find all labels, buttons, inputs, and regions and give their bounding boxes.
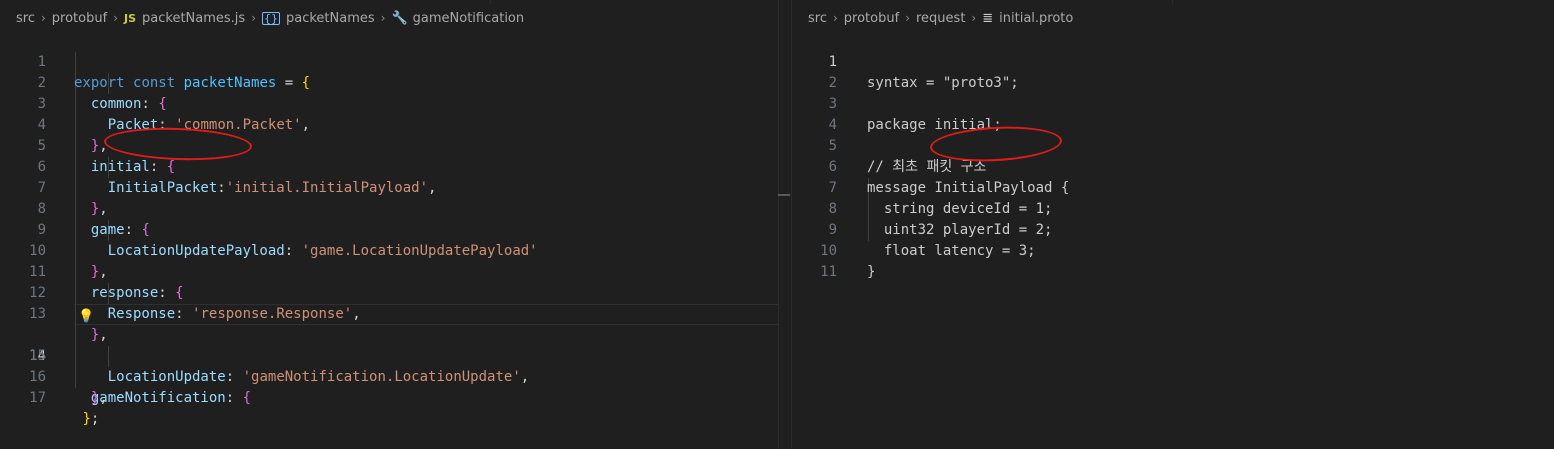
comma-token: , xyxy=(99,390,108,406)
code-line[interactable]: 3 Packet: 'common.Packet', xyxy=(0,73,778,133)
code-line[interactable]: 17 }; xyxy=(0,367,778,427)
code-line[interactable]: 15 LocationUpdate: 'gameNotification.Loc… xyxy=(0,325,778,385)
javascript-file-icon: JS xyxy=(124,11,137,25)
chevron-right-icon: › xyxy=(40,11,46,25)
current-line-highlight xyxy=(74,304,778,325)
breadcrumb-item[interactable]: src xyxy=(16,11,35,26)
code-line[interactable]: 8 game: { xyxy=(0,178,778,238)
code-text: } xyxy=(867,264,876,280)
code-line[interactable]: 6 InitialPacket:'initial.InitialPayload'… xyxy=(0,125,778,196)
breadcrumb-item[interactable]: request xyxy=(916,11,965,26)
code-area[interactable]: 1 export const packetNames = { 2 common:… xyxy=(0,31,778,427)
chevron-right-icon: › xyxy=(380,11,386,25)
left-editor-pane[interactable]: src › protobuf › JS packetNames.js › {} … xyxy=(0,0,778,449)
code-line[interactable]: 2 xyxy=(792,52,1554,91)
code-line[interactable]: 6 message InitialPayload { xyxy=(792,123,1554,196)
code-line[interactable]: 13 }, xyxy=(0,283,778,343)
chevron-right-icon: › xyxy=(905,11,910,25)
chevron-right-icon: › xyxy=(113,11,118,25)
text-file-icon: ≣ xyxy=(982,10,994,26)
code-line[interactable]: 7 string deviceId = 1; xyxy=(792,157,1554,217)
breadcrumb-item[interactable]: gameNotification xyxy=(413,11,524,26)
code-line[interactable]: 16 }, xyxy=(0,346,778,406)
line-number: 17 xyxy=(29,390,46,406)
vertical-scrollbar[interactable] xyxy=(778,0,792,449)
code-line[interactable]: 9 LocationUpdatePayload: 'game.LocationU… xyxy=(0,199,778,259)
chevron-right-icon: › xyxy=(251,11,256,25)
code-line[interactable]: 3 package initial; xyxy=(792,73,1554,133)
brace-token: } xyxy=(82,411,91,427)
code-line[interactable]: 9 float latency = 3; xyxy=(792,199,1554,259)
breadcrumb-item[interactable]: protobuf xyxy=(52,11,107,26)
brace-token: { xyxy=(242,390,252,406)
tab-strip-edge xyxy=(0,0,491,4)
colon-token: : xyxy=(225,390,235,406)
code-line[interactable]: 7 }, xyxy=(0,157,778,217)
breadcrumb: src › protobuf › request › ≣ initial.pro… xyxy=(808,8,1073,28)
property-token: gameNotification xyxy=(90,390,226,406)
code-line[interactable]: 8 uint32 playerId = 2; xyxy=(792,178,1554,238)
breadcrumb-item[interactable]: src xyxy=(808,11,827,26)
breadcrumb-item[interactable]: packetNames xyxy=(286,11,375,26)
object-symbol-icon: {} xyxy=(262,11,280,25)
code-line[interactable]: 1 export const packetNames = { xyxy=(0,31,778,91)
code-line[interactable]: 5 // 최초 패킷 구조 xyxy=(792,115,1554,175)
breadcrumb-item[interactable]: initial.proto xyxy=(999,11,1073,26)
line-number: 11 xyxy=(820,264,837,280)
lightbulb-icon[interactable]: 💡 xyxy=(78,306,94,327)
semicolon-token: ; xyxy=(90,411,100,427)
code-line[interactable]: 12 Response: 'response.Response', xyxy=(0,262,778,322)
code-area[interactable]: 1 syntax = "proto3"; 2 3 package initial… xyxy=(792,31,1554,280)
code-line[interactable]: 11 response: { xyxy=(0,241,778,301)
code-line[interactable]: 4 }, xyxy=(0,94,778,154)
tab-strip-edge xyxy=(792,0,1173,4)
code-line[interactable]: 11 xyxy=(792,241,1554,280)
editor-splitter[interactable] xyxy=(778,0,792,449)
code-line[interactable]: 10 } xyxy=(792,220,1554,280)
code-line-current[interactable]: 1 syntax = "proto3"; xyxy=(792,31,1554,91)
wrench-icon: 🔧 xyxy=(391,10,408,26)
breadcrumb-item[interactable]: packetNames.js xyxy=(142,11,245,26)
scrollbar-thumb[interactable] xyxy=(778,194,790,196)
chevron-right-icon: › xyxy=(971,11,977,25)
breadcrumb: src › protobuf › JS packetNames.js › {} … xyxy=(16,8,524,28)
chevron-right-icon: › xyxy=(832,11,838,25)
right-editor-pane[interactable]: src › protobuf › request › ≣ initial.pro… xyxy=(792,0,1554,449)
code-line[interactable]: 10 }, xyxy=(0,220,778,280)
code-line-current[interactable]: 14 💡 gameNotification: { xyxy=(0,304,778,406)
code-line[interactable]: 2 common: { xyxy=(0,52,778,112)
code-line[interactable]: 4 xyxy=(792,94,1554,133)
breadcrumb-item[interactable]: protobuf xyxy=(844,11,899,26)
